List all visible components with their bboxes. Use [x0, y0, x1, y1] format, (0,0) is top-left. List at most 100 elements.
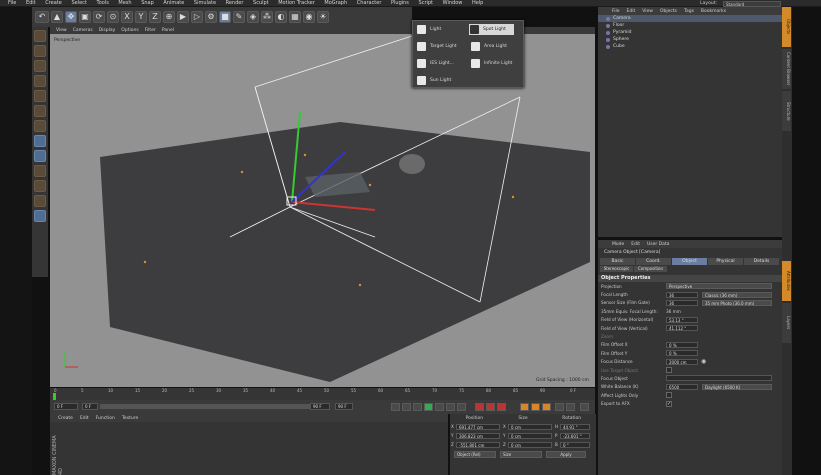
export-to-afx-checkbox[interactable]: ✓: [666, 400, 672, 407]
points-mode-icon[interactable]: [34, 90, 46, 102]
min-frame-field[interactable]: 0 F: [82, 403, 98, 410]
position-y-field[interactable]: 306.823 cm: [456, 432, 500, 439]
coordinate-mode-select[interactable]: Object (Rel): [454, 451, 496, 458]
play-icon[interactable]: [424, 403, 433, 411]
go-to-start-icon[interactable]: [391, 403, 400, 411]
focal-length-field[interactable]: 36: [666, 291, 698, 298]
menu-create[interactable]: Create: [45, 0, 62, 7]
menu-item-spot-light[interactable]: Spot Light: [469, 24, 514, 35]
menu-character[interactable]: Character: [357, 0, 382, 7]
menu-item-infinite-light[interactable]: Infinite Light: [471, 59, 512, 68]
model-mode-icon[interactable]: [34, 45, 46, 57]
menu-edit[interactable]: Edit: [26, 0, 36, 7]
cube-icon[interactable]: ■: [219, 11, 231, 23]
playhead[interactable]: [53, 393, 56, 400]
focal-length-preset[interactable]: Classic (36 mm): [702, 291, 772, 298]
tab-coord[interactable]: Coord.: [636, 258, 671, 265]
render-settings-icon[interactable]: ⚙: [205, 11, 217, 23]
affect-lights-only-checkbox[interactable]: [666, 392, 672, 399]
undo-icon[interactable]: ↶: [35, 11, 49, 23]
recent-icon[interactable]: ⊙: [107, 11, 119, 23]
rotate-icon[interactable]: ⟳: [93, 11, 105, 23]
white-balance-preset[interactable]: Daylight (6500 K): [702, 383, 772, 390]
z-axis-icon[interactable]: Z: [149, 11, 161, 23]
pen-icon[interactable]: ✎: [233, 11, 245, 23]
mat-menu-function[interactable]: Function: [96, 416, 115, 421]
menu-item-area-light[interactable]: Area Light: [471, 42, 507, 51]
render-picture-icon[interactable]: ▷: [191, 11, 203, 23]
x-axis-icon[interactable]: X: [121, 11, 133, 23]
viewport-menu-cameras[interactable]: Cameras: [73, 28, 93, 33]
lock-workplane-icon[interactable]: [34, 180, 46, 192]
menu-item-target-light[interactable]: Target Light: [417, 42, 457, 51]
y-axis-icon[interactable]: Y: [135, 11, 147, 23]
object-row-floor[interactable]: Floor: [598, 22, 782, 29]
autokey-icon[interactable]: [486, 403, 495, 411]
tweak-mode-icon[interactable]: [34, 150, 46, 162]
select-icon[interactable]: ▲: [51, 11, 63, 23]
side-tab-content-browser[interactable]: Content Browser: [782, 49, 791, 89]
viewport-menu-options[interactable]: Options: [121, 28, 138, 33]
focus-object-link[interactable]: [666, 375, 772, 382]
mat-menu-create[interactable]: Create: [58, 416, 73, 421]
render-view-icon[interactable]: ▶: [177, 11, 189, 23]
focus-distance-field[interactable]: 2000 cm: [666, 358, 698, 365]
object-row-pyramid[interactable]: Pyramid: [598, 29, 782, 36]
rotation-h-field[interactable]: 44.91 °: [560, 423, 590, 430]
attr-menu-edit[interactable]: Edit: [631, 242, 640, 247]
workplane-icon[interactable]: [34, 75, 46, 87]
tab-stereoscopic[interactable]: Stereoscopic: [600, 266, 633, 272]
move-icon[interactable]: ✥: [65, 11, 77, 23]
go-to-end-icon[interactable]: [457, 403, 466, 411]
prev-frame-icon[interactable]: [413, 403, 422, 411]
deformer-icon[interactable]: ◐: [275, 11, 287, 23]
record-rotation-icon[interactable]: [542, 403, 551, 411]
sensor-size-field[interactable]: 36: [666, 299, 698, 306]
om-menu-tags[interactable]: Tags: [684, 9, 694, 14]
apply-button[interactable]: Apply: [546, 451, 586, 458]
interpolation-icon[interactable]: [580, 403, 589, 411]
keyframe-selection-icon[interactable]: [497, 403, 506, 411]
make-editable-icon[interactable]: [34, 30, 46, 42]
white-balance-field[interactable]: 6500: [666, 383, 698, 390]
tab-object[interactable]: Object: [672, 258, 707, 265]
menu-plugins[interactable]: Plugins: [391, 0, 409, 7]
record-active-icon[interactable]: [475, 403, 484, 411]
floor-icon[interactable]: ▦: [289, 11, 301, 23]
menu-motion-tracker[interactable]: Motion Tracker: [278, 0, 315, 7]
menu-help[interactable]: Help: [472, 0, 483, 7]
coord-system-icon[interactable]: ⊕: [163, 11, 175, 23]
max-frame-field[interactable]: 90 F: [310, 403, 330, 410]
fov-vertical-field[interactable]: 41.112 °: [666, 325, 698, 332]
record-parameter-icon[interactable]: [555, 403, 564, 411]
solo-icon[interactable]: [34, 210, 46, 222]
film-offset-y-field[interactable]: 0 %: [666, 350, 698, 357]
mat-menu-edit[interactable]: Edit: [80, 416, 89, 421]
polygons-mode-icon[interactable]: [34, 120, 46, 132]
object-row-camera[interactable]: Camera: [598, 15, 782, 22]
menu-file[interactable]: File: [8, 0, 16, 7]
layout-select[interactable]: Standard: [723, 0, 781, 7]
light-icon[interactable]: ☀: [317, 11, 329, 23]
attr-menu-user-data[interactable]: User Data: [647, 242, 669, 247]
film-offset-x-field[interactable]: 0 %: [666, 341, 698, 348]
end-frame-field[interactable]: 90 F: [335, 403, 353, 410]
position-z-field[interactable]: -551.801 cm: [456, 441, 500, 448]
menu-mograph[interactable]: MoGraph: [324, 0, 347, 7]
menu-sculpt[interactable]: Sculpt: [253, 0, 269, 7]
menu-tools[interactable]: Tools: [97, 0, 109, 7]
menu-animate[interactable]: Animate: [163, 0, 184, 7]
tab-basic[interactable]: Basic: [600, 258, 635, 265]
size-y-field[interactable]: 0 cm: [508, 432, 552, 439]
tab-physical[interactable]: Physical: [708, 258, 743, 265]
menu-snap[interactable]: Snap: [141, 0, 154, 7]
timeline-ruler[interactable]: 0 5 10 15 20 25 30 35 40 45 50 55 60 65 …: [50, 388, 595, 400]
array-icon[interactable]: ⁂: [261, 11, 273, 23]
side-tab-attributes[interactable]: Attributes: [782, 261, 791, 301]
size-x-field[interactable]: 0 cm: [508, 423, 552, 430]
tab-details[interactable]: Details: [744, 258, 779, 265]
object-row-cube[interactable]: Cube: [598, 43, 782, 50]
next-key-icon[interactable]: [446, 403, 455, 411]
menu-window[interactable]: Window: [443, 0, 463, 7]
position-x-field[interactable]: 691.477 cm: [456, 423, 500, 430]
